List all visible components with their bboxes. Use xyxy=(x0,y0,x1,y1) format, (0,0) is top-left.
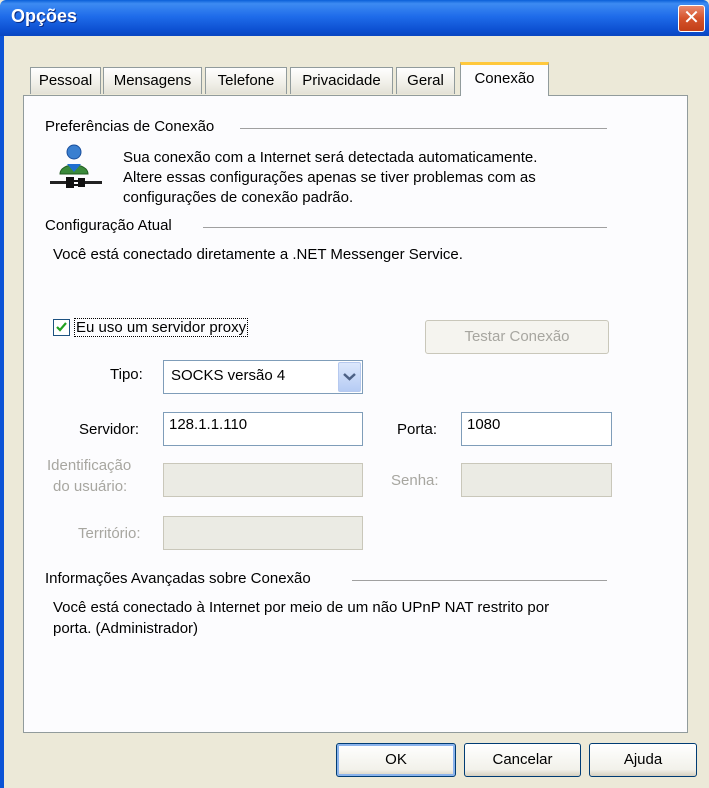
type-select-value: SOCKS versão 4 xyxy=(171,367,286,384)
close-icon: ✕ xyxy=(683,7,700,29)
type-label: Tipo: xyxy=(110,366,143,383)
connection-prefs-title: Preferências de Conexão xyxy=(45,118,215,135)
connection-prefs-line-2: Altere essas configurações apenas se tiv… xyxy=(123,169,536,186)
tab-mensagens[interactable]: Mensagens xyxy=(103,67,202,94)
group-divider xyxy=(203,227,607,228)
type-select[interactable]: SOCKS versão 4 xyxy=(163,360,363,394)
group-divider xyxy=(240,128,607,129)
test-connection-button[interactable]: Testar Conexão xyxy=(425,320,609,354)
port-input[interactable]: 1080 xyxy=(461,412,612,446)
user-id-label-line-1: Identificação xyxy=(47,457,132,474)
advanced-info-line-2: porta. (Administrador) xyxy=(53,620,199,637)
user-id-label-line-2: do usuário: xyxy=(53,478,128,495)
proxy-checkbox[interactable] xyxy=(53,319,70,336)
tab-conexao[interactable]: Conexão xyxy=(460,62,549,96)
domain-label: Território: xyxy=(78,525,141,542)
chevron-down-icon xyxy=(343,373,356,381)
network-user-icon xyxy=(50,142,102,194)
advanced-info-line-1: Você está conectado à Internet por meio … xyxy=(53,599,550,616)
type-dropdown-button[interactable] xyxy=(338,362,361,392)
tab-privacidade[interactable]: Privacidade xyxy=(290,67,393,94)
server-label: Servidor: xyxy=(79,421,140,438)
current-config-title: Configuração Atual xyxy=(45,217,172,234)
port-label: Porta: xyxy=(397,421,438,438)
user-id-input[interactable] xyxy=(163,463,363,497)
password-input[interactable] xyxy=(461,463,612,497)
window-title: Opções xyxy=(11,6,78,26)
connection-prefs-line-3: configurações de conexão padrão. xyxy=(123,189,354,206)
check-icon xyxy=(56,322,67,332)
connection-prefs-line-1: Sua conexão com a Internet será detectad… xyxy=(123,149,538,166)
advanced-info-title: Informações Avançadas sobre Conexão xyxy=(45,570,311,587)
tab-pessoal[interactable]: Pessoal xyxy=(30,67,101,94)
server-input[interactable]: 128.1.1.110 xyxy=(163,412,363,446)
ok-button[interactable]: OK xyxy=(336,743,456,777)
cancel-button[interactable]: Cancelar xyxy=(464,743,581,777)
current-config-text: Você está conectado diretamente a .NET M… xyxy=(53,246,463,263)
tab-geral[interactable]: Geral xyxy=(396,67,455,94)
window-frame xyxy=(0,36,4,788)
help-button[interactable]: Ajuda xyxy=(589,743,697,777)
title-bar[interactable] xyxy=(0,0,709,36)
group-divider xyxy=(352,580,607,581)
domain-input[interactable] xyxy=(163,516,363,550)
password-label: Senha: xyxy=(391,472,439,489)
tab-telefone[interactable]: Telefone xyxy=(205,67,287,94)
close-button[interactable]: ✕ xyxy=(678,5,705,32)
proxy-checkbox-label[interactable]: Eu uso um servidor proxy xyxy=(74,318,249,337)
